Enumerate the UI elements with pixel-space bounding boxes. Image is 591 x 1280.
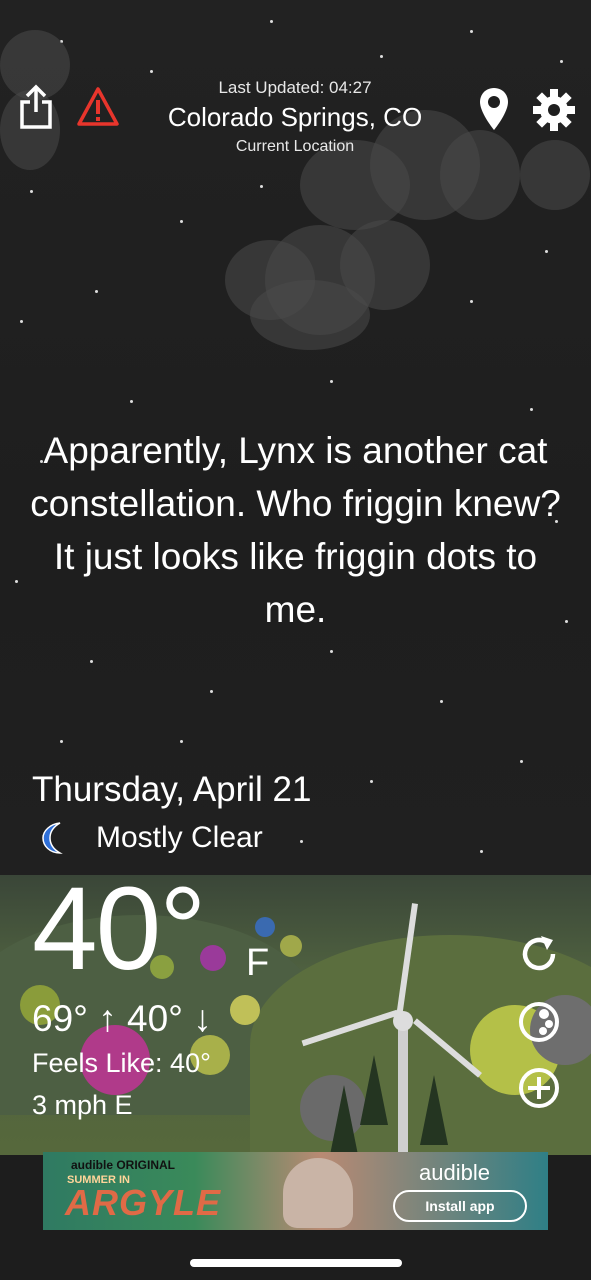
refresh-button[interactable] <box>517 932 561 976</box>
condition-row: Mostly Clear <box>38 818 263 858</box>
ad-banner[interactable]: audible ORIGINAL SUMMER IN ARGYLE audibl… <box>43 1152 548 1230</box>
location-button[interactable] <box>478 86 510 132</box>
refresh-icon <box>522 936 556 971</box>
date-label: Thursday, April 21 <box>32 770 312 809</box>
weather-quote: Apparently, Lynx is another cat constell… <box>30 430 561 630</box>
settings-button[interactable] <box>532 88 576 132</box>
high-low-temperature: 69° ↑ 40° ↓ <box>32 998 212 1039</box>
ad-install-button[interactable]: Install app <box>393 1190 527 1222</box>
alert-button[interactable] <box>76 86 120 128</box>
temperature-unit[interactable]: F <box>246 942 269 985</box>
ad-brand-logo: audible <box>419 1160 490 1185</box>
location-title[interactable]: Colorado Springs, CO <box>120 102 470 133</box>
add-icon <box>519 1068 559 1108</box>
home-indicator[interactable] <box>190 1259 402 1267</box>
ad-title: ARGYLE <box>65 1182 222 1223</box>
moon-icon <box>42 822 63 854</box>
alert-icon <box>77 87 119 126</box>
ad-small-label: audible ORIGINAL <box>71 1158 176 1172</box>
ad-portrait-image <box>283 1158 353 1228</box>
wind-label: 3 mph E <box>32 1090 133 1120</box>
last-updated-label: Last Updated: 04:27 <box>218 78 372 97</box>
current-location-label: Current Location <box>235 138 355 155</box>
radar-button[interactable] <box>517 1000 561 1044</box>
add-location-button[interactable] <box>517 1066 561 1110</box>
radar-icon <box>519 1002 559 1042</box>
share-button[interactable] <box>18 84 54 130</box>
condition-label: Mostly Clear <box>96 821 263 854</box>
wind-turbine-tower <box>398 1015 408 1165</box>
current-temperature: 40° <box>32 863 206 995</box>
feels-like-label: Feels Like: 40° <box>32 1048 211 1078</box>
gear-icon <box>533 89 575 131</box>
share-icon <box>20 84 52 129</box>
map-pin-icon <box>480 88 508 130</box>
